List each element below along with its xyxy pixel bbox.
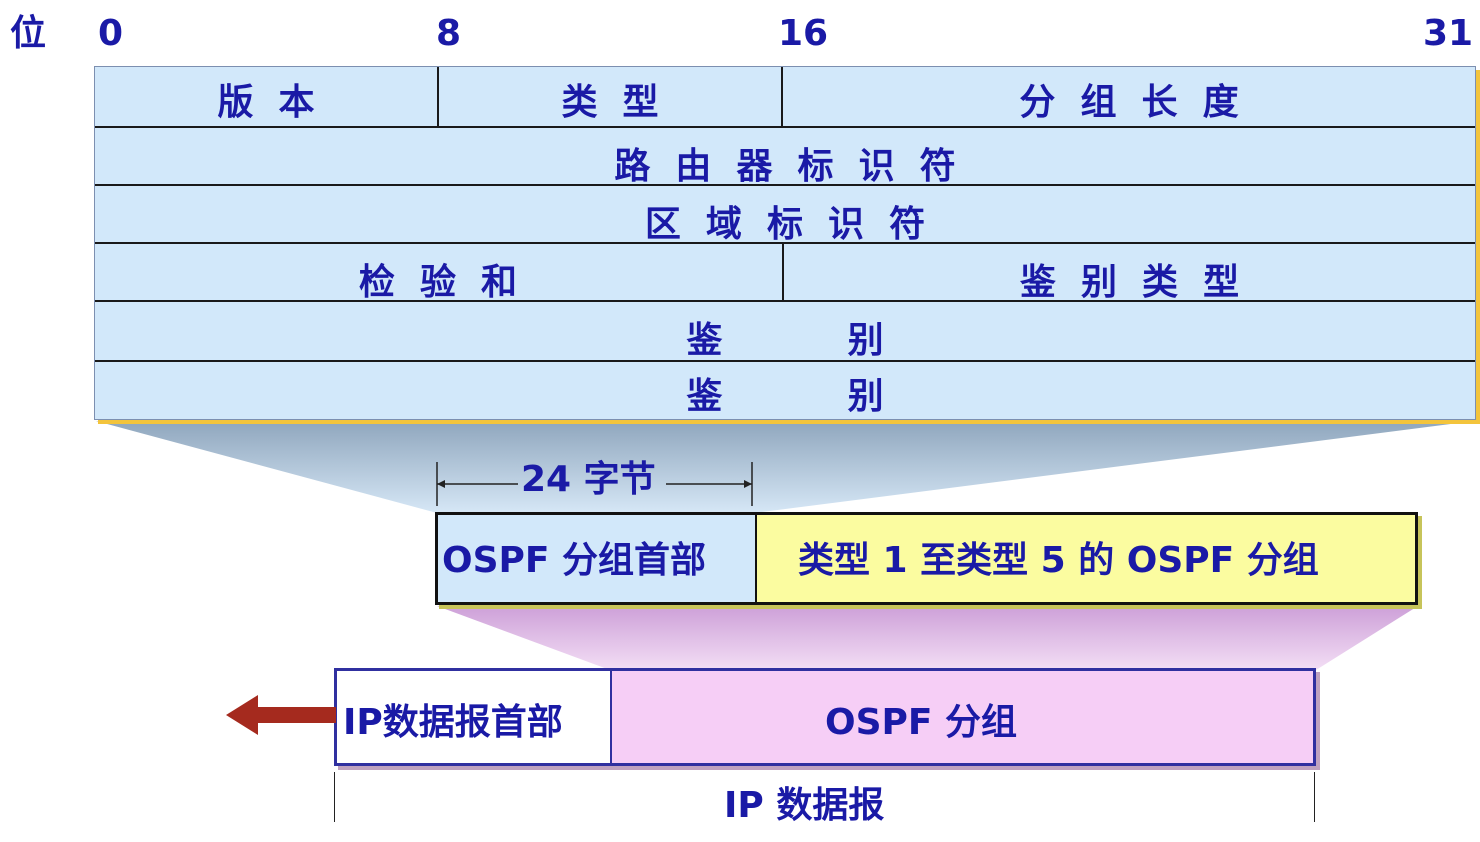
ip-header-label: IP数据报首部 [343, 702, 563, 743]
field-type: 类 型 [561, 82, 659, 123]
ip-span-tick-left [334, 772, 335, 822]
row-divider [95, 126, 1475, 128]
bit-mark-31: 31 [1423, 13, 1474, 54]
ip-datagram-span-label: IP 数据报 [724, 785, 885, 826]
bit-ruler-label: 位 [10, 13, 47, 54]
field-authentication-1: 鉴 别 [686, 320, 884, 361]
bit-mark-0: 0 [98, 13, 124, 54]
ospf-body-label: 类型 1 至类型 5 的 OSPF 分组 [798, 540, 1319, 581]
header-expansion-funnel [96, 421, 1474, 513]
ospf-header-table: 版 本 类 型 分 组 长 度 路 由 器 标 识 符 区 域 标 识 符 检 … [94, 66, 1476, 420]
field-version: 版 本 [217, 82, 315, 123]
ip-datagram-bar: IP数据报首部 OSPF 分组 [334, 668, 1316, 766]
field-router-id: 路 由 器 标 识 符 [614, 146, 956, 187]
ospf-expansion-funnel [437, 606, 1418, 670]
field-authentication-2: 鉴 别 [686, 376, 884, 417]
field-checksum: 检 验 和 [358, 262, 518, 303]
field-auth-type: 鉴 别 类 型 [1019, 262, 1240, 303]
ip-body-label: OSPF 分组 [825, 702, 1018, 743]
bit-mark-8: 8 [436, 13, 462, 54]
size-label: 24 字节 [521, 459, 656, 500]
ospf-header-label: OSPF 分组首部 [442, 540, 707, 581]
field-area-id: 区 域 标 识 符 [644, 204, 926, 245]
left-arrow-icon [226, 695, 336, 735]
ip-span-tick-right [1314, 772, 1315, 822]
bit-mark-16: 16 [778, 13, 829, 54]
ospf-packet-bar: OSPF 分组首部 类型 1 至类型 5 的 OSPF 分组 [435, 512, 1418, 605]
field-packet-length: 分 组 长 度 [1019, 82, 1239, 123]
